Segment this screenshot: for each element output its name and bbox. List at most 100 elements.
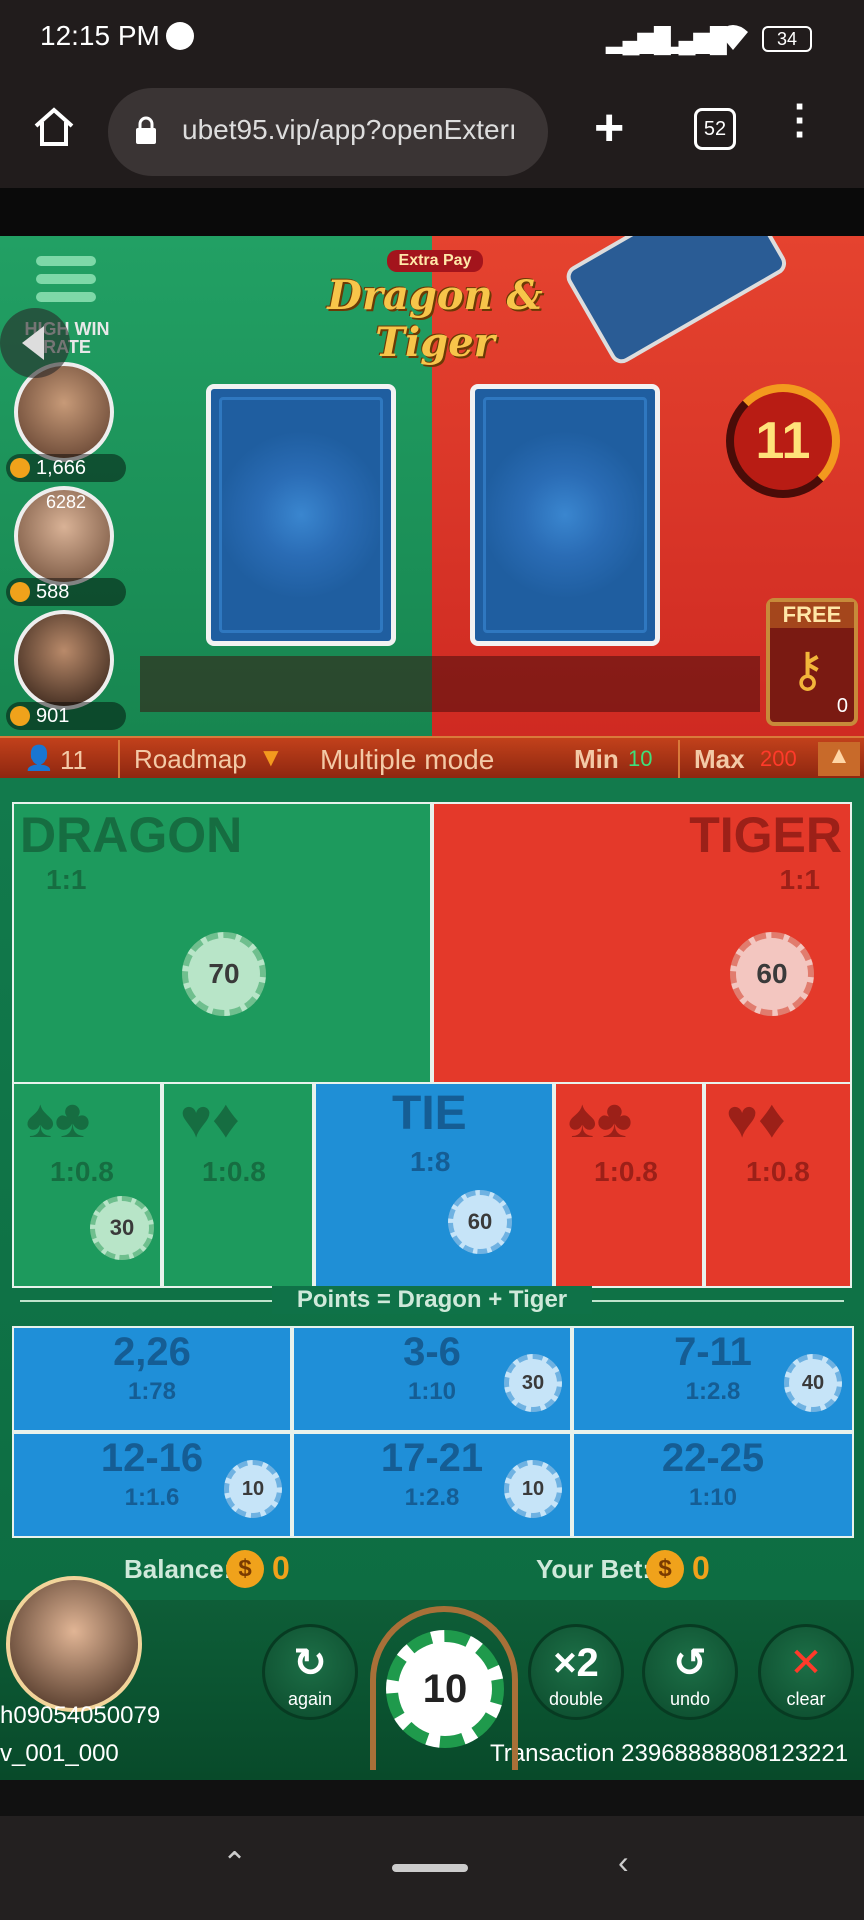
player-balance-3: 901	[6, 702, 126, 730]
dragon-black-bet[interactable]: ♠♣ 1:0.8 30	[12, 1082, 162, 1288]
online-count: 11	[60, 745, 87, 775]
free-count: 0	[836, 695, 848, 717]
url-text: ubet95.vip/app?openExterı	[182, 114, 517, 145]
system-nav-bar: ⌃ ‹	[0, 1816, 864, 1920]
status-bar: 12:15 PM ▂▄▆█ ▂▄▆█ 34	[0, 0, 864, 80]
home-gesture-bar[interactable]	[392, 1864, 468, 1872]
home-icon[interactable]	[32, 104, 76, 148]
dragon-chip: 70	[182, 932, 266, 1016]
points-odds: 1:10	[688, 1484, 738, 1511]
key-icon: ⚷	[790, 644, 826, 697]
battery-icon: 34	[762, 26, 812, 52]
free-label: FREE	[770, 602, 854, 628]
game-logo: Extra Pay Dragon & Tiger	[280, 250, 590, 366]
your-bet-value: 0	[692, 1550, 710, 1586]
player-avatar-3[interactable]	[14, 610, 114, 710]
tiger-odds: 1:1	[779, 864, 820, 895]
dragon-black-odds: 1:0.8	[50, 1156, 114, 1187]
game-menu-button[interactable]	[36, 256, 96, 312]
status-time: 12:15 PM	[40, 20, 160, 51]
points-range: 2,26	[113, 1330, 191, 1374]
tabs-button[interactable]: 52	[694, 108, 736, 150]
lock-icon	[136, 116, 156, 144]
tiger-red-bet[interactable]: ♥♦ 1:0.8	[704, 1082, 852, 1288]
balance-label: Balance:	[124, 1554, 233, 1584]
tiger-black-bet[interactable]: ♠♣ 1:0.8	[554, 1082, 704, 1288]
wifi-icon	[718, 25, 748, 50]
again-button[interactable]: ↻ again	[262, 1624, 358, 1720]
dragon-red-odds: 1:0.8	[202, 1156, 266, 1187]
tie-bet[interactable]: TIE 1:8 60	[314, 1082, 554, 1288]
clear-button[interactable]: ✕ clear	[758, 1624, 854, 1720]
transaction-id: Transaction 23968888808123221	[490, 1740, 849, 1767]
dragon-red-bet[interactable]: ♥♦ 1:0.8	[162, 1082, 314, 1288]
min-label: Min	[574, 744, 619, 774]
tiger-label: TIGER	[689, 807, 842, 863]
max-label: Max	[694, 744, 745, 774]
roadmap-dropdown[interactable]: Roadmap	[134, 744, 247, 775]
points-title: Points = Dragon + Tiger	[272, 1286, 592, 1314]
tie-odds: 1:8	[410, 1146, 451, 1177]
coin-icon	[10, 582, 30, 602]
alarm-icon	[166, 22, 194, 50]
points-chip: 10	[504, 1460, 562, 1518]
tiger-red-odds: 1:0.8	[746, 1156, 810, 1187]
menu-icon[interactable]: · · ·	[794, 87, 807, 155]
close-icon: ✕	[789, 1641, 823, 1685]
countdown-timer: 11	[726, 384, 840, 498]
player-balance-1: 1,666	[6, 454, 126, 482]
double-icon: ×2	[553, 1641, 599, 1685]
coin-icon: $	[226, 1550, 264, 1588]
version-label: v_001_000	[0, 1740, 119, 1767]
dragon-odds: 1:1	[46, 864, 87, 895]
url-bar[interactable]: ubet95.vip/app?openExterı	[108, 88, 548, 176]
selected-chip[interactable]: 10	[386, 1630, 504, 1748]
your-bet-label: Your Bet:	[536, 1554, 652, 1584]
new-tab-button[interactable]: +	[594, 98, 624, 158]
username: h09054050079	[0, 1702, 161, 1729]
spade-club-icon: ♠♣	[26, 1089, 91, 1149]
user-icon: 👤	[24, 745, 54, 772]
points-bet-3[interactable]: 7-11 1:2.8 40	[572, 1326, 854, 1432]
signal-icon: ▂▄▆█	[606, 27, 671, 54]
info-bar: 👤 11 Roadmap ▼ Multiple mode Min 10 Max …	[0, 736, 864, 778]
spade-club-icon-tiger: ♠♣	[568, 1089, 633, 1149]
points-bet-5[interactable]: 17-21 1:2.8 10	[292, 1432, 572, 1538]
player-badge-2: 6282	[46, 492, 87, 512]
dragon-black-chip: 30	[90, 1196, 154, 1260]
tiger-bet-area[interactable]: TIGER 1:1 60	[432, 802, 852, 1084]
points-bet-1[interactable]: 2,26 1:78	[12, 1326, 292, 1432]
player-avatar-2[interactable]: 6282	[14, 486, 114, 586]
page-spacer	[0, 188, 864, 236]
player-balance-2: 588	[6, 578, 126, 606]
dragon-bet-area[interactable]: DRAGON 1:1 70	[12, 802, 432, 1084]
coin-icon	[10, 458, 30, 478]
points-chip: 30	[504, 1354, 562, 1412]
points-chip: 10	[224, 1460, 282, 1518]
points-bet-2[interactable]: 3-6 1:10 30	[292, 1326, 572, 1432]
tiger-card	[470, 384, 660, 646]
tie-label: TIE	[392, 1087, 467, 1140]
expand-button[interactable]: ▲	[818, 742, 860, 776]
free-key-button[interactable]: FREE ⚷ 0	[766, 598, 858, 726]
double-button[interactable]: ×2 double	[528, 1624, 624, 1720]
coin-icon	[10, 706, 30, 726]
chevron-up-icon[interactable]: ⌃	[222, 1846, 247, 1881]
redo-icon: ↻	[293, 1641, 327, 1685]
points-chip: 40	[784, 1354, 842, 1412]
points-bet-4[interactable]: 12-16 1:1.6 10	[12, 1432, 292, 1538]
max-value: 200	[760, 746, 797, 771]
browser-toolbar: ubet95.vip/app?openExterı + 52 · · ·	[0, 80, 864, 188]
tiger-chip: 60	[730, 932, 814, 1016]
mode-label[interactable]: Multiple mode	[320, 744, 494, 776]
heart-diamond-icon-tiger: ♥♦	[726, 1089, 786, 1149]
undo-button[interactable]: ↺ undo	[642, 1624, 738, 1720]
collapse-arrow-icon[interactable]	[0, 308, 70, 378]
user-avatar[interactable]	[6, 1576, 142, 1712]
battery-level: 34	[776, 29, 798, 49]
tiger-black-odds: 1:0.8	[594, 1156, 658, 1187]
points-bet-6[interactable]: 22-25 1:10	[572, 1432, 854, 1538]
back-icon[interactable]: ‹	[618, 1844, 629, 1881]
logo-subtitle: Extra Pay	[386, 250, 484, 272]
chevron-down-icon[interactable]: ▼	[258, 742, 284, 773]
